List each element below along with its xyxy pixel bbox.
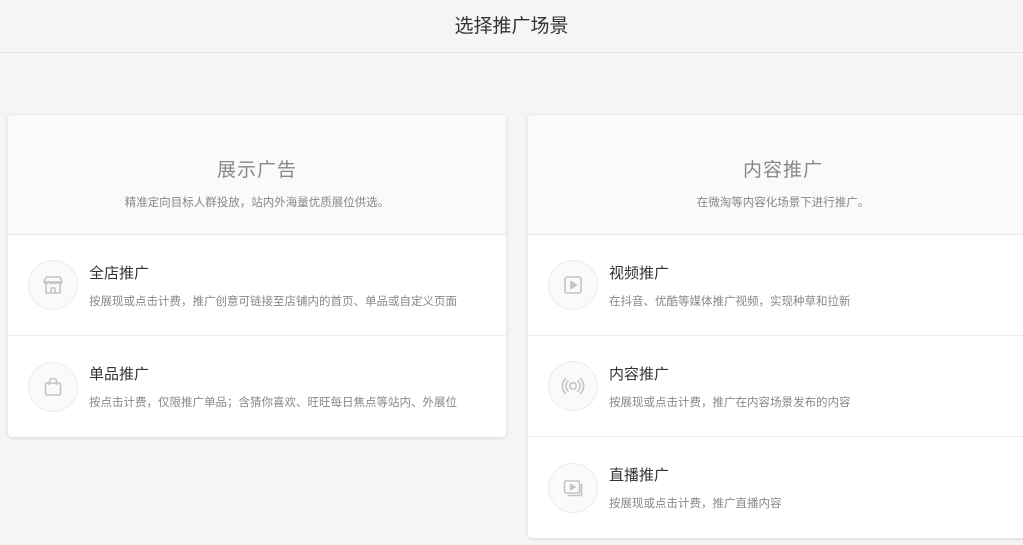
option-description: 按点击计费，仅限推广单品；含猜你喜欢、旺旺每日焦点等站内、外展位 bbox=[89, 395, 457, 409]
card-title: 内容推广 bbox=[742, 159, 823, 181]
card-header: 展示广告 精准定向目标人群投放，站内外海量优质展位供选。 bbox=[8, 115, 506, 235]
store-icon bbox=[28, 260, 78, 310]
content-promotion-card: 内容推广 在微淘等内容化场景下进行推广。 视频推广 在抖音、优酷等媒体推广视频，… bbox=[528, 115, 1023, 538]
card-header: 内容推广 在微淘等内容化场景下进行推广。 bbox=[528, 115, 1023, 235]
option-title: 全店推广 bbox=[89, 263, 150, 282]
scene-option-live[interactable]: 直播推广 按展现或点击计费，推广直播内容 bbox=[528, 437, 1023, 538]
option-title: 视频推广 bbox=[609, 263, 670, 282]
live-stream-icon bbox=[548, 462, 598, 513]
card-title: 展示广告 bbox=[216, 159, 297, 181]
card-subtitle: 在微淘等内容化场景下进行推广。 bbox=[696, 195, 870, 209]
option-description: 按展现或点击计费，推广在内容场景发布的内容 bbox=[609, 394, 851, 409]
option-title: 直播推广 bbox=[609, 466, 670, 484]
option-title: 内容推广 bbox=[609, 364, 670, 383]
option-description: 按展现或点击计费，推广直播内容 bbox=[609, 496, 782, 510]
broadcast-icon bbox=[548, 361, 598, 411]
display-ads-card: 展示广告 精准定向目标人群投放，站内外海量优质展位供选。 全店推广 按展现或点击… bbox=[8, 115, 506, 437]
scene-option-video[interactable]: 视频推广 在抖音、优酷等媒体推广视频，实现种草和拉新 bbox=[528, 235, 1023, 336]
option-title: 单品推广 bbox=[89, 365, 150, 383]
card-subtitle: 精准定向目标人群投放，站内外海量优质展位供选。 bbox=[124, 195, 390, 209]
scene-option-content[interactable]: 内容推广 按展现或点击计费，推广在内容场景发布的内容 bbox=[528, 336, 1023, 437]
scene-option-full-store[interactable]: 全店推广 按展现或点击计费，推广创意可链接至店铺内的首页、单品或自定义页面 bbox=[8, 235, 506, 336]
option-description: 按展现或点击计费，推广创意可链接至店铺内的首页、单品或自定义页面 bbox=[89, 293, 457, 308]
option-description: 在抖音、优酷等媒体推广视频，实现种草和拉新 bbox=[609, 293, 851, 308]
bag-icon bbox=[28, 361, 78, 412]
page-header: 选择推广场景 bbox=[0, 0, 1023, 53]
scene-option-single-item[interactable]: 单品推广 按点击计费，仅限推广单品；含猜你喜欢、旺旺每日焦点等站内、外展位 bbox=[8, 336, 506, 437]
page-title: 选择推广场景 bbox=[454, 14, 569, 37]
video-play-icon bbox=[548, 260, 598, 310]
